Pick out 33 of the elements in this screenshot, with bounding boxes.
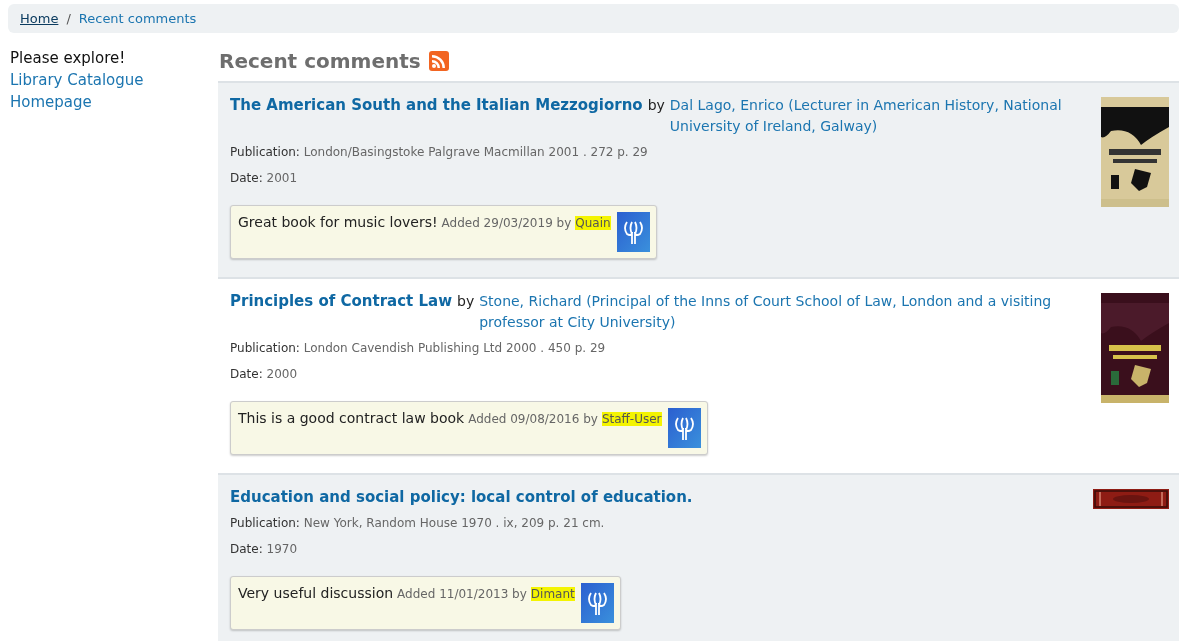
- user-link[interactable]: Quain: [575, 216, 611, 230]
- avatar-icon: [667, 408, 701, 448]
- comment-text: This is a good contract law book: [238, 410, 465, 426]
- book-title-link[interactable]: Education and social policy: local control of education.: [230, 487, 693, 508]
- breadcrumb-current: Recent comments: [78, 11, 197, 26]
- publication-text: Publication: New York, Random House 1970 . ix, 209 p. 21 cm.: [230, 516, 606, 530]
- page-heading: Recent comments: [219, 49, 421, 73]
- book-title-link[interactable]: The American South and the Italian Mezzogiorno: [230, 95, 643, 116]
- rss-icon[interactable]: [428, 51, 449, 71]
- added-text: Added 11/01/2013 by: [397, 587, 527, 601]
- avatar-icon: [580, 583, 614, 623]
- avatar-icon: [616, 212, 650, 252]
- date-text: Date: 2001: [230, 171, 299, 185]
- book-title-link[interactable]: Principles of Contract Law: [230, 291, 452, 312]
- breadcrumb-link[interactable]: Home: [20, 11, 59, 26]
- date-text: Date: 1970: [230, 542, 299, 556]
- user-link[interactable]: Dimant: [530, 587, 575, 601]
- by-text: by: [647, 96, 665, 115]
- publication-text: Publication: London/Basingstoke Palgrave Macmillan 2001 . 272 p. 29: [230, 145, 649, 159]
- publication-text: Publication: London Cavendish Publishing Ltd 2000 . 450 p. 29: [230, 341, 607, 355]
- date-text: Date: 2000: [230, 367, 299, 381]
- by-text: by: [457, 292, 475, 311]
- sidebar-link[interactable]: Homepage: [10, 93, 218, 111]
- sidebar-text: Please explore!: [10, 49, 127, 67]
- sidebar-link[interactable]: Library Catalogue: [10, 71, 218, 89]
- breadcrumb-separator: /: [66, 11, 71, 26]
- added-text: Added 09/08/2016 by: [468, 412, 598, 426]
- author-link[interactable]: Dal Lago, Enrico (Lecturer in American History, National University of Ireland, Galway): [669, 95, 1081, 137]
- comment-text: Very useful discussion: [238, 585, 394, 601]
- comment-text: Great book for music lovers!: [238, 214, 438, 230]
- author-link[interactable]: Stone, Richard (Principal of the Inns of Court School of Law, London and a visiting professor at City University): [479, 291, 1081, 333]
- user-link[interactable]: Staff-User: [601, 412, 662, 426]
- added-text: Added 29/03/2019 by: [441, 216, 572, 230]
